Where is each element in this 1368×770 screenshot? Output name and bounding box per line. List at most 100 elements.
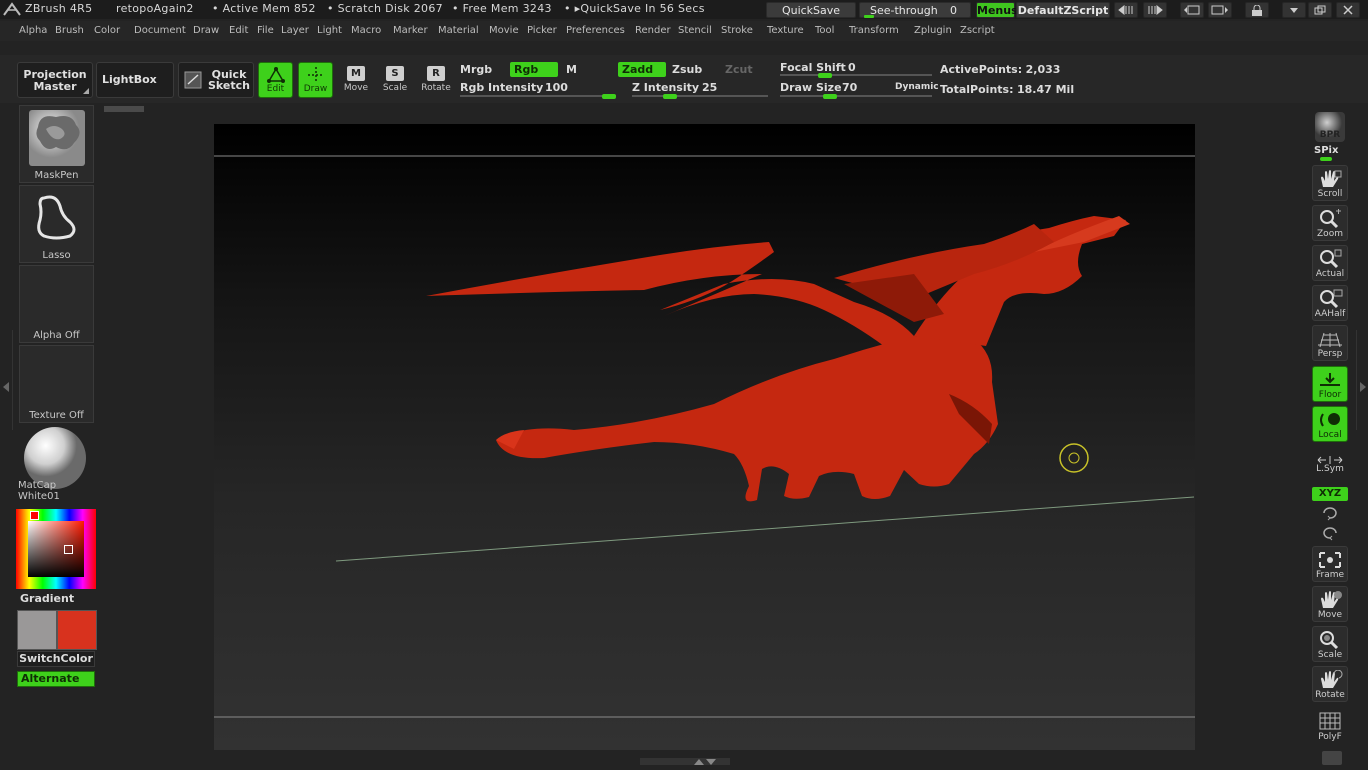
spix-slider[interactable]: SPix <box>1314 145 1348 161</box>
menu-item-light[interactable]: Light <box>317 25 342 36</box>
color-marker[interactable] <box>64 545 73 554</box>
dynamic-button[interactable]: Dynamic <box>895 82 939 92</box>
spix-knob[interactable] <box>1320 157 1332 161</box>
rotate-z-button[interactable] <box>1320 525 1340 541</box>
xyz-button[interactable]: XYZ <box>1312 487 1348 501</box>
polyf-button[interactable]: PolyF <box>1312 707 1348 743</box>
hue-marker[interactable] <box>30 511 39 520</box>
menu-item-file[interactable]: File <box>257 25 274 36</box>
zcut-button[interactable]: Zcut <box>725 63 753 76</box>
menu-item-texture[interactable]: Texture <box>767 25 804 36</box>
seethrough-slider[interactable]: See-through 0 <box>859 2 971 18</box>
frame-button[interactable]: Frame <box>1312 546 1348 582</box>
menu-item-marker[interactable]: Marker <box>393 25 428 36</box>
bpr-button[interactable]: BPR <box>1312 107 1348 143</box>
mrgb-button[interactable]: Mrgb <box>460 63 492 76</box>
persp-button[interactable]: Persp <box>1312 325 1348 361</box>
menu-item-preferences[interactable]: Preferences <box>566 25 625 36</box>
scale-button[interactable]: S Scale <box>376 62 414 98</box>
menu-item-zscript[interactable]: Zscript <box>960 25 995 36</box>
projection-master-button[interactable]: Projection Master <box>17 62 93 98</box>
lightbox-button[interactable]: LightBox <box>96 62 174 98</box>
menu-item-zplugin[interactable]: Zplugin <box>914 25 952 36</box>
minimize-icon[interactable] <box>1282 2 1306 18</box>
menu-item-material[interactable]: Material <box>438 25 479 36</box>
quick-sketch-button[interactable]: Quick Sketch <box>178 62 254 98</box>
default-zscript-button[interactable]: DefaultZScript <box>1016 2 1110 18</box>
quicksave-button[interactable]: QuickSave <box>766 2 856 18</box>
scroll-right-icon[interactable] <box>1143 2 1167 18</box>
close-icon[interactable] <box>1336 2 1360 18</box>
color-picker[interactable] <box>16 509 96 589</box>
z-intensity-knob[interactable] <box>663 94 677 99</box>
local-button[interactable]: Local <box>1312 406 1348 442</box>
scroll-button[interactable]: Scroll <box>1312 165 1348 201</box>
rgb-intensity-slider[interactable]: Rgb Intensity 100 <box>460 81 616 99</box>
rotate-view-button[interactable]: Rotate <box>1312 666 1348 702</box>
texture-selector[interactable]: Texture Off <box>19 345 94 423</box>
switchcolor-button[interactable]: SwitchColor <box>17 651 95 667</box>
move-view-button[interactable]: Move <box>1312 586 1348 622</box>
aahalf-button[interactable]: AAHalf <box>1312 285 1348 321</box>
edit-button[interactable]: Edit <box>258 62 293 98</box>
layout-next-icon[interactable] <box>1208 2 1232 18</box>
secondary-color-swatch[interactable] <box>17 610 57 650</box>
draw-button[interactable]: Draw <box>298 62 333 98</box>
brush-selector[interactable]: MaskPen <box>19 105 94 183</box>
color-saturation-square[interactable] <box>28 521 84 577</box>
menu-item-movie[interactable]: Movie <box>489 25 519 36</box>
draw-size-slider[interactable]: Draw Size 70 Dynamic <box>780 81 939 99</box>
menu-item-layer[interactable]: Layer <box>281 25 309 36</box>
left-tray-handle[interactable] <box>0 330 13 430</box>
menu-item-transform[interactable]: Transform <box>849 25 899 36</box>
draw-size-label: Draw Size <box>780 81 842 94</box>
lock-icon[interactable] <box>1245 2 1269 18</box>
lsym-button[interactable]: L.Sym <box>1312 456 1348 478</box>
menu-item-color[interactable]: Color <box>94 25 120 36</box>
bottom-tray-handle[interactable] <box>640 758 730 765</box>
rotate-button[interactable]: R Rotate <box>417 62 455 98</box>
stroke-selector[interactable]: Lasso <box>19 185 94 263</box>
menu-item-picker[interactable]: Picker <box>527 25 557 36</box>
rotate-y-button[interactable] <box>1320 505 1340 521</box>
menu-item-brush[interactable]: Brush <box>55 25 84 36</box>
main-color-swatch[interactable] <box>57 610 97 650</box>
menu-item-alpha[interactable]: Alpha <box>19 25 47 36</box>
transp-button[interactable] <box>1322 751 1342 765</box>
seethrough-knob[interactable] <box>864 15 874 18</box>
focal-shift-slider[interactable]: Focal Shift 0 <box>780 61 932 78</box>
zoom-button[interactable]: Zoom <box>1312 205 1348 241</box>
m-button[interactable]: M <box>566 63 577 76</box>
right-tray-handle[interactable] <box>1356 330 1368 430</box>
menu-item-stencil[interactable]: Stencil <box>678 25 712 36</box>
scroll-left-icon[interactable] <box>1114 2 1138 18</box>
zadd-button[interactable]: Zadd <box>618 62 666 77</box>
zsub-button[interactable]: Zsub <box>672 63 702 76</box>
local-label: Local <box>1318 430 1342 440</box>
alternate-button[interactable]: Alternate <box>17 671 95 687</box>
scale-view-button[interactable]: Scale <box>1312 626 1348 662</box>
actual-button[interactable]: Actual <box>1312 245 1348 281</box>
menus-button[interactable]: Menus <box>976 2 1018 18</box>
gradient-label[interactable]: Gradient <box>20 592 74 605</box>
menu-item-macro[interactable]: Macro <box>351 25 381 36</box>
material-selector[interactable]: MatCap White01 <box>17 425 97 503</box>
document-canvas[interactable] <box>214 124 1195 750</box>
layout-prev-icon[interactable] <box>1180 2 1204 18</box>
menu-item-edit[interactable]: Edit <box>229 25 248 36</box>
menu-item-draw[interactable]: Draw <box>193 25 219 36</box>
menu-item-render[interactable]: Render <box>635 25 671 36</box>
draw-size-knob[interactable] <box>823 94 837 99</box>
z-intensity-slider[interactable]: Z Intensity 25 <box>632 81 768 99</box>
menu-item-tool[interactable]: Tool <box>815 25 834 36</box>
menu-item-stroke[interactable]: Stroke <box>721 25 753 36</box>
canvas-scroll-indicator[interactable] <box>104 106 144 112</box>
floor-button[interactable]: Floor <box>1312 366 1348 402</box>
rgb-button[interactable]: Rgb <box>510 62 558 77</box>
move-button[interactable]: M Move <box>337 62 375 98</box>
menu-item-document[interactable]: Document <box>134 25 186 36</box>
rgb-intensity-knob[interactable] <box>602 94 616 99</box>
restore-icon[interactable] <box>1308 2 1332 18</box>
alpha-selector[interactable]: Alpha Off <box>19 265 94 343</box>
focal-shift-knob[interactable] <box>818 73 832 78</box>
